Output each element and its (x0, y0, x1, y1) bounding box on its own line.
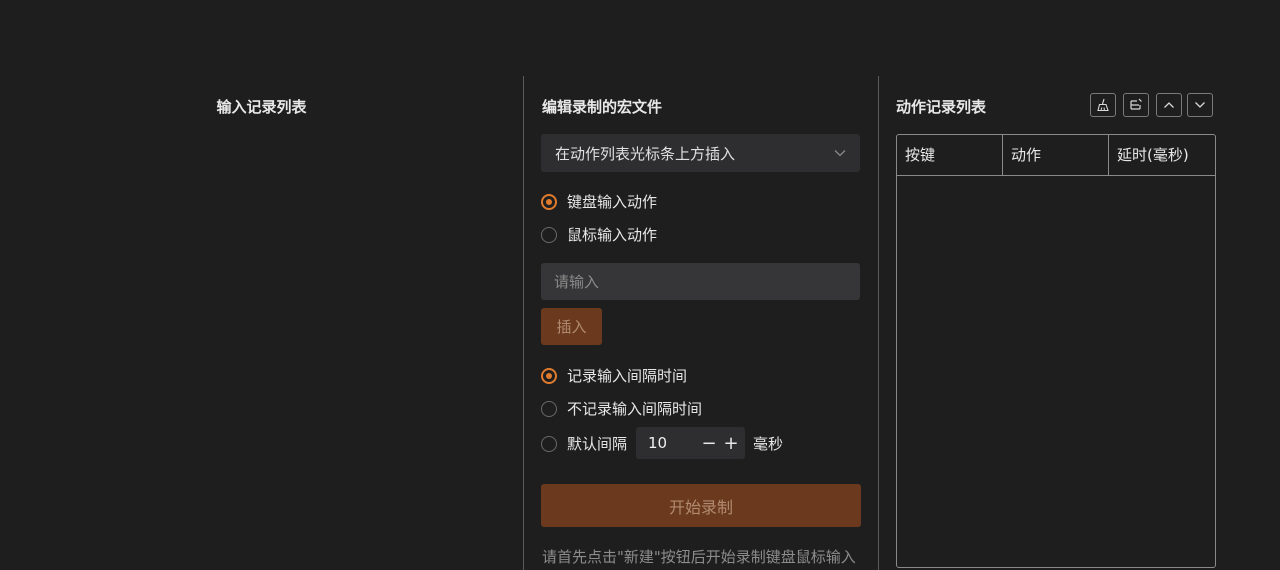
column-header-delay[interactable]: 延时(毫秒) (1109, 135, 1215, 175)
edit-icon (1130, 98, 1142, 110)
radio-record-interval-label: 记录输入间隔时间 (567, 367, 688, 385)
radio-selected-icon (541, 193, 557, 210)
radio-keyboard-label: 键盘输入动作 (567, 193, 658, 211)
radio-no-record-interval[interactable]: 不记录输入间隔时间 (541, 398, 702, 419)
radio-selected-icon (541, 367, 557, 384)
action-input[interactable] (541, 263, 860, 300)
action-record-panel: 动作记录列表 按键 动作 延时(毫秒) (878, 76, 1280, 570)
radio-default-interval[interactable]: 默认间隔 (541, 433, 627, 454)
column-header-key[interactable]: 按键 (897, 135, 1003, 175)
insert-position-value: 在动作列表光标条上方插入 (555, 144, 736, 163)
input-record-panel: 输入记录列表 (0, 76, 523, 570)
chevron-up-icon (1164, 102, 1174, 108)
radio-unselected-icon (541, 226, 557, 243)
input-record-title: 输入记录列表 (216, 98, 307, 116)
interval-unit: 毫秒 (753, 435, 784, 453)
increment-button[interactable]: + (720, 433, 742, 454)
chevron-down-icon (1195, 102, 1205, 108)
column-header-action[interactable]: 动作 (1003, 135, 1109, 175)
chevron-down-icon (834, 149, 846, 157)
edit-button[interactable] (1123, 93, 1149, 117)
insert-button[interactable]: 插入 (541, 308, 602, 345)
decrement-button[interactable]: − (698, 433, 720, 454)
table-header: 按键 动作 延时(毫秒) (897, 135, 1215, 176)
radio-keyboard-action[interactable]: 键盘输入动作 (541, 191, 657, 212)
radio-mouse-action[interactable]: 鼠标输入动作 (541, 224, 657, 245)
radio-unselected-icon (541, 400, 557, 417)
radio-default-interval-label: 默认间隔 (567, 435, 628, 453)
insert-position-select[interactable]: 在动作列表光标条上方插入 (541, 134, 860, 172)
radio-record-interval[interactable]: 记录输入间隔时间 (541, 365, 687, 386)
action-record-title: 动作记录列表 (896, 98, 987, 116)
action-table: 按键 动作 延时(毫秒) (896, 134, 1216, 568)
macro-editor-title: 编辑录制的宏文件 (542, 98, 663, 116)
radio-no-record-interval-label: 不记录输入间隔时间 (567, 400, 703, 418)
macro-recorder-page: 输入记录列表 编辑录制的宏文件 在动作列表光标条上方插入 键盘输入动作 鼠标输入… (0, 0, 1280, 570)
hint-text: 请首先点击"新建"按钮后开始录制键盘鼠标输入 (542, 548, 856, 566)
move-up-button[interactable] (1156, 93, 1182, 117)
move-down-button[interactable] (1187, 93, 1213, 117)
interval-stepper[interactable]: 10 − + (636, 427, 745, 459)
start-recording-button[interactable]: 开始录制 (541, 484, 861, 527)
radio-mouse-label: 鼠标输入动作 (567, 226, 658, 244)
macro-editor-panel: 编辑录制的宏文件 在动作列表光标条上方插入 键盘输入动作 鼠标输入动作 插入 记… (523, 76, 879, 570)
radio-unselected-icon (541, 435, 557, 452)
interval-value[interactable]: 10 (636, 434, 698, 452)
clear-button[interactable] (1090, 93, 1116, 117)
broom-icon (1097, 98, 1109, 112)
